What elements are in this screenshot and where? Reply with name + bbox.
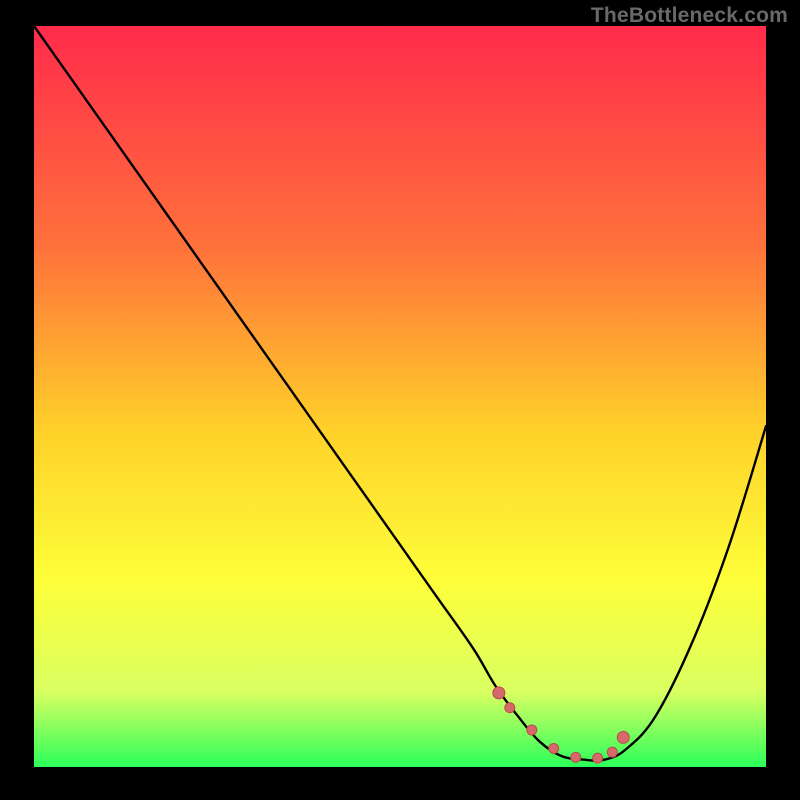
optimum-marker xyxy=(607,747,617,757)
optimum-marker xyxy=(593,753,603,763)
optimum-marker xyxy=(549,743,559,753)
plot-background xyxy=(34,26,766,767)
optimum-marker xyxy=(493,687,505,699)
optimum-marker xyxy=(571,752,581,762)
optimum-marker xyxy=(527,725,537,735)
bottleneck-chart xyxy=(0,0,800,800)
watermark-text: TheBottleneck.com xyxy=(591,4,788,28)
optimum-marker xyxy=(505,703,515,713)
chart-frame: { "watermark": "TheBottleneck.com", "col… xyxy=(0,0,800,800)
optimum-marker xyxy=(617,731,629,743)
